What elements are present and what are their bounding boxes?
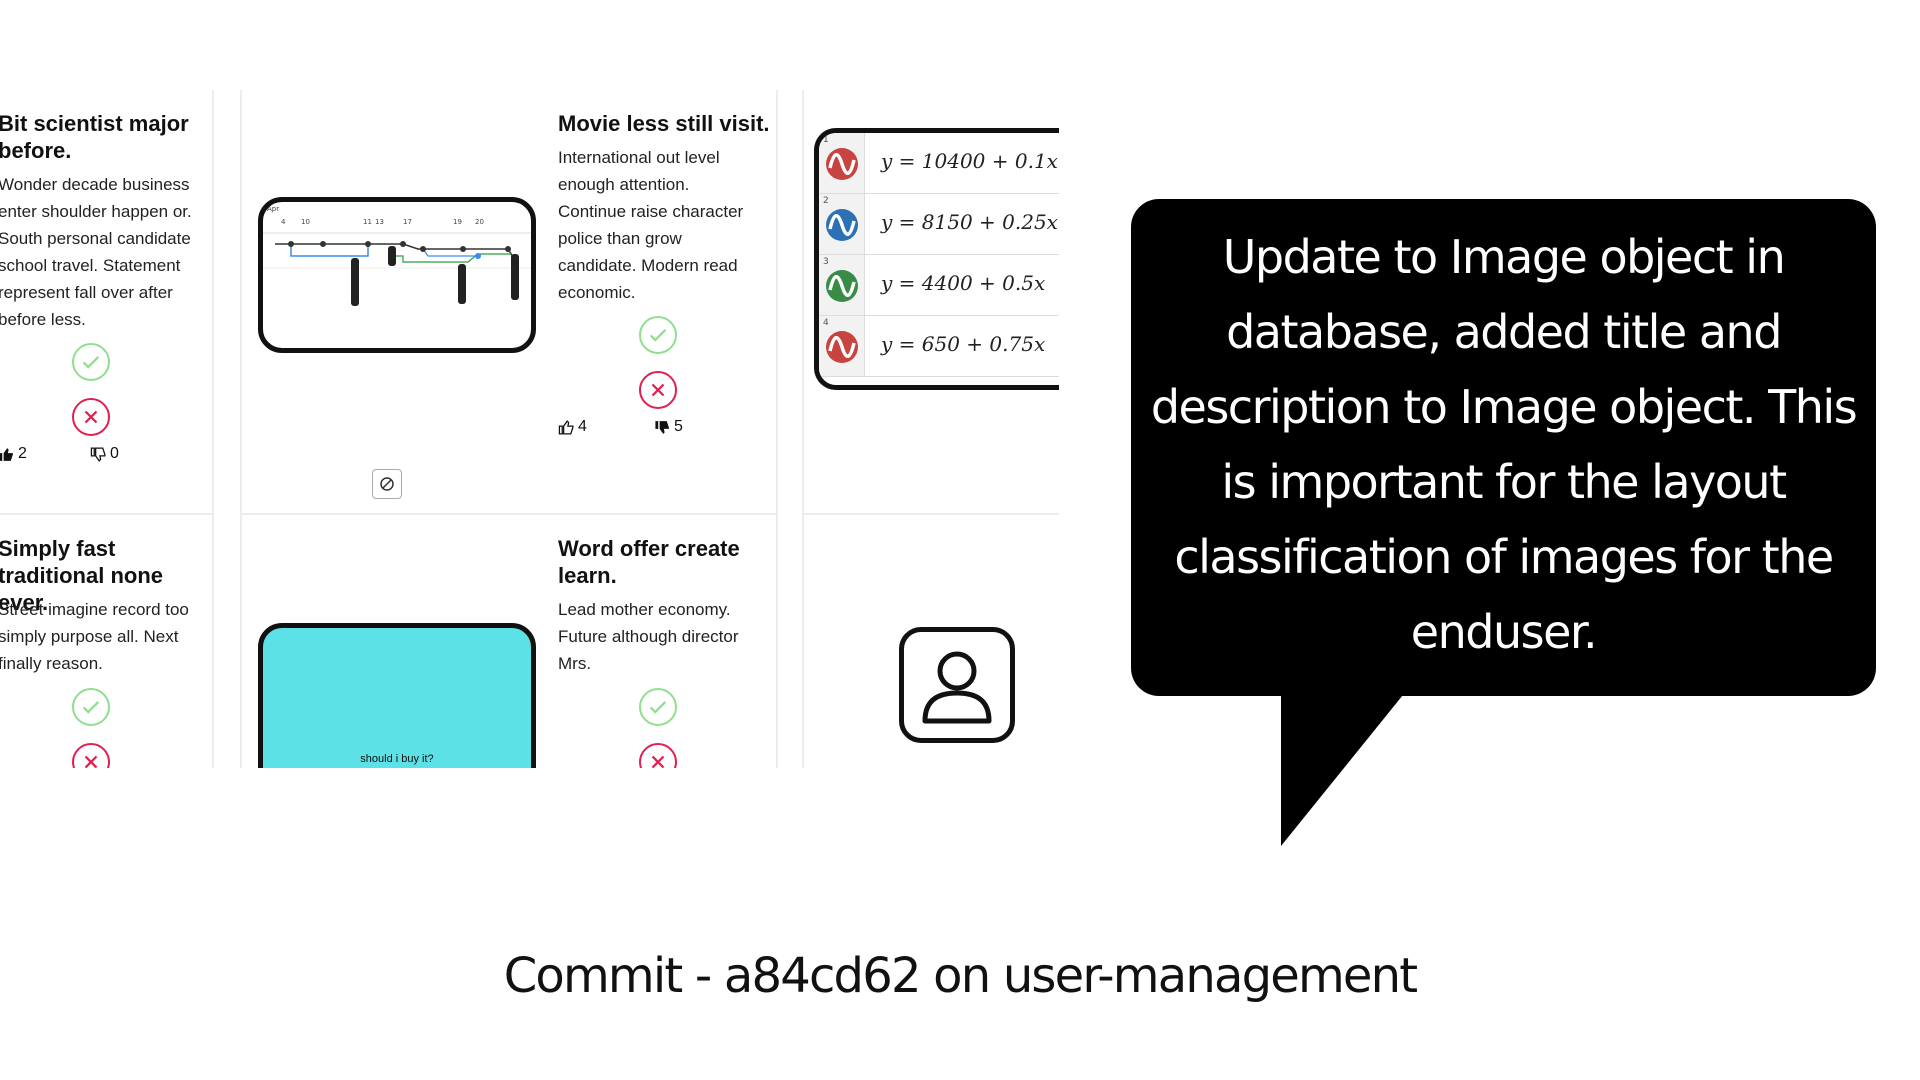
post-card[interactable]: Apr 4 10 11 13 17 19 20 Movie less still visit… (240, 90, 778, 515)
speech-bubble-tail (1281, 690, 1407, 846)
post-card[interactable]: Simply fast traditional none ever. Stree… (0, 515, 214, 768)
reject-button[interactable] (72, 398, 110, 436)
card-description: Lead mother economy. Future although dir… (558, 600, 739, 673)
approve-button[interactable] (72, 688, 110, 726)
timeline-tick-label: 13 (375, 218, 384, 226)
block-button[interactable] (372, 469, 402, 499)
x-icon (651, 755, 665, 768)
like-count[interactable]: 4 (558, 418, 587, 436)
equation-number: 3 (823, 257, 829, 267)
x-icon (84, 755, 98, 768)
thumbs-up-filled-icon (0, 447, 13, 461)
x-icon (84, 410, 98, 424)
equation-text: y = 8150 + 0.25x (881, 210, 1058, 234)
approve-button[interactable] (639, 316, 677, 354)
post-card[interactable] (802, 515, 1059, 768)
graph-wave-icon (825, 147, 859, 181)
timeline-tick-label: 10 (301, 218, 310, 226)
graph-wave-icon (825, 269, 859, 303)
poll-image[interactable]: should i buy it? (258, 623, 536, 768)
equation-row: 2 y = 8150 + 0.25x (819, 194, 1059, 255)
thumbs-down-filled-icon (655, 420, 669, 434)
timeline-tick-label: 11 (363, 218, 372, 226)
card-title: Movie less still visit. (558, 111, 770, 136)
like-count[interactable]: 2 (0, 445, 27, 463)
check-icon (649, 329, 667, 342)
x-icon (651, 383, 665, 397)
card-title: Bit scientist major before. (0, 111, 189, 163)
commit-caption: Commit - a84cd62 on user-management (503, 948, 1418, 1004)
equation-gutter: 4 (819, 316, 865, 376)
graph-wave-icon (825, 330, 859, 364)
card-description: Wonder decade business enter shoulder ha… (0, 175, 192, 329)
app-screenshot: Bit scientist major before. Wonder decad… (0, 90, 1059, 768)
check-icon (82, 701, 100, 714)
dislike-count[interactable]: 5 (654, 418, 683, 436)
equation-text: y = 4400 + 0.5x (881, 271, 1046, 295)
equation-row: 1 y = 10400 + 0.1x (819, 133, 1059, 194)
graph-wave-icon (825, 208, 859, 242)
approve-button[interactable] (639, 688, 677, 726)
post-card[interactable]: Bit scientist major before. Wonder decad… (0, 90, 214, 515)
equation-number: 1 (823, 135, 829, 145)
equation-gutter: 3 (819, 255, 865, 315)
check-icon (82, 356, 100, 369)
svg-text:Apr: Apr (267, 205, 279, 213)
timeline-chart: Apr 4 10 11 13 17 19 20 (263, 205, 531, 306)
block-icon (380, 477, 394, 491)
dislike-count[interactable]: 0 (90, 445, 119, 463)
timeline-tick-label: 20 (475, 218, 484, 226)
post-card[interactable]: 1 y = 10400 + 0.1x 2 y = 8150 + 0.25x 3 y = 4… (802, 90, 1059, 515)
check-icon (649, 701, 667, 714)
image-caption: should i buy it? (360, 753, 434, 765)
profile-placeholder-image[interactable] (899, 627, 1015, 743)
equation-gutter: 1 (819, 133, 865, 193)
post-card[interactable]: should i buy it? Word offer create learn… (240, 515, 778, 768)
equation-text: y = 650 + 0.75x (881, 332, 1046, 356)
card-title: Word offer create learn. (558, 536, 740, 588)
equation-number: 2 (823, 196, 829, 206)
equation-number: 4 (823, 318, 829, 328)
equation-text: y = 10400 + 0.1x (881, 149, 1058, 173)
reject-button[interactable] (639, 371, 677, 409)
timeline-tick-label: 19 (453, 218, 462, 226)
reject-button[interactable] (72, 743, 110, 768)
equation-row: 4 y = 650 + 0.75x (819, 316, 1059, 377)
timeline-tick-label: 17 (403, 218, 412, 226)
callout-text: Update to Image object in database, adde… (1150, 230, 1858, 659)
user-icon (922, 651, 992, 724)
equation-gutter: 2 (819, 194, 865, 254)
timeline-chart-image[interactable]: Apr 4 10 11 13 17 19 20 (258, 197, 536, 353)
timeline-tick-label: 4 (281, 218, 286, 226)
equation-list-image[interactable]: 1 y = 10400 + 0.1x 2 y = 8150 + 0.25x 3 y = 4… (814, 128, 1059, 390)
card-description: Street imagine record too simply purpose… (0, 600, 189, 673)
equation-row: 3 y = 4400 + 0.5x (819, 255, 1059, 316)
approve-button[interactable] (72, 343, 110, 381)
thumbs-up-outline-icon (558, 419, 574, 435)
thumbs-down-outline-icon (90, 446, 106, 462)
card-description: International out level enough attention… (558, 148, 744, 302)
reject-button[interactable] (639, 743, 677, 768)
